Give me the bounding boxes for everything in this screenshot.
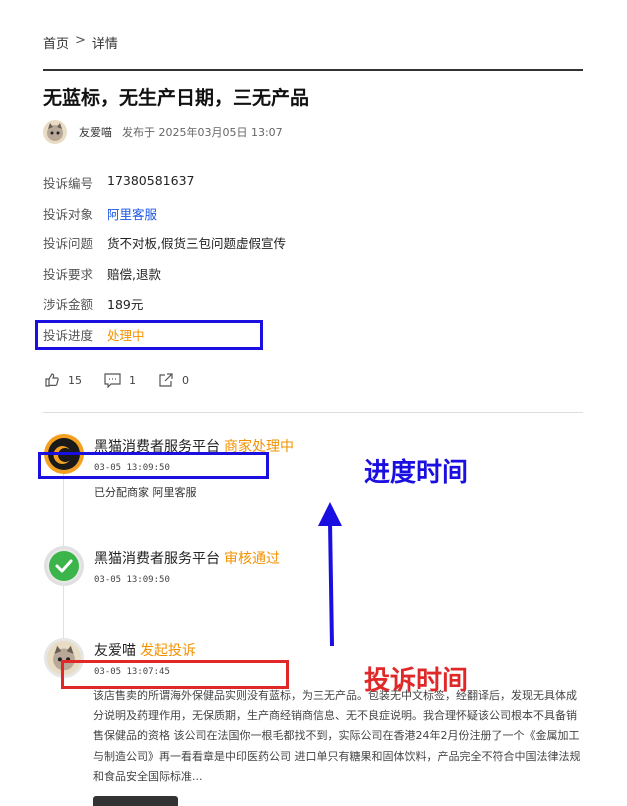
arrow-up-icon	[318, 502, 342, 647]
detail-complaint-id: 投诉编号 17380581637	[43, 173, 194, 192]
attachment-thumbnail[interactable]	[93, 796, 178, 806]
like-button[interactable]: 15	[44, 372, 82, 388]
complaint-body: 该店售卖的所谓海外保健品实则没有蓝标，为三无产品。包装无中文标签，经翻译后，发现…	[93, 689, 581, 783]
complaint-time-highlight-box	[61, 660, 289, 689]
check-circle-icon	[49, 551, 79, 581]
timeline-item-header: 黑猫消费者服务平台 审核通过	[94, 548, 280, 568]
page-title: 无蓝标，无生产日期，三无产品	[43, 87, 310, 109]
timeline-actor[interactable]: 友爱喵	[94, 643, 136, 659]
like-count: 15	[68, 373, 82, 387]
author-name[interactable]: 友爱喵	[79, 124, 112, 140]
comment-count: 1	[129, 373, 136, 387]
detail-label: 投诉要求	[43, 267, 94, 282]
share-button[interactable]: 0	[158, 372, 189, 388]
detail-request: 投诉要求 赔偿,退款	[43, 264, 161, 283]
detail-label: 投诉编号	[43, 176, 94, 191]
detail-value: 货不对板,假货三包问题虚假宣传	[107, 236, 286, 251]
timeline-desc: 已分配商家 阿里客服	[94, 486, 197, 499]
timeline-time: 03-05 13:09:50	[94, 575, 170, 585]
section-divider	[43, 412, 583, 413]
timeline-status: 审核通过	[224, 551, 280, 567]
publish-time: 发布于 2025年03月05日 13:07	[122, 126, 283, 139]
detail-label: 涉诉金额	[43, 297, 94, 312]
detail-label: 投诉对象	[43, 207, 94, 222]
detail-value: 189元	[107, 297, 144, 312]
breadcrumb-separator: >	[75, 33, 86, 48]
target-link[interactable]: 阿里客服	[107, 204, 157, 223]
action-bar: 15 1 0	[44, 372, 211, 388]
avatar[interactable]	[43, 120, 67, 144]
timeline-item-header: 友爱喵 发起投诉	[94, 640, 196, 660]
detail-target: 投诉对象 阿里客服	[43, 204, 157, 223]
detail-label: 投诉问题	[43, 236, 94, 251]
annotation-complaint-time: 投诉时间	[364, 666, 469, 696]
progress-highlight-box	[35, 320, 263, 350]
annotation-progress-time: 进度时间	[364, 458, 469, 488]
author-row: 友爱喵 发布于 2025年03月05日 13:07	[43, 120, 283, 144]
detail-value: 赔偿,退款	[107, 267, 161, 282]
breadcrumb-current: 详情	[91, 37, 118, 52]
title-divider	[43, 69, 583, 71]
comment-button[interactable]: 1	[104, 372, 136, 388]
timeline-status: 发起投诉	[140, 643, 196, 659]
breadcrumb: 首页 > 详情	[43, 33, 118, 52]
share-icon	[159, 373, 173, 387]
timeline-actor: 黑猫消费者服务平台	[94, 551, 220, 567]
detail-issue: 投诉问题 货不对板,假货三包问题虚假宣传	[43, 233, 286, 252]
breadcrumb-home[interactable]: 首页	[43, 33, 69, 52]
approved-avatar	[44, 546, 84, 586]
comment-icon	[104, 372, 121, 388]
detail-value: 17380581637	[107, 173, 195, 188]
share-count: 0	[182, 373, 189, 387]
cat-avatar-icon	[47, 123, 63, 141]
detail-amount: 涉诉金额 189元	[43, 294, 143, 313]
progress-time-highlight-box	[38, 452, 269, 479]
thumbs-up-icon	[45, 373, 59, 387]
